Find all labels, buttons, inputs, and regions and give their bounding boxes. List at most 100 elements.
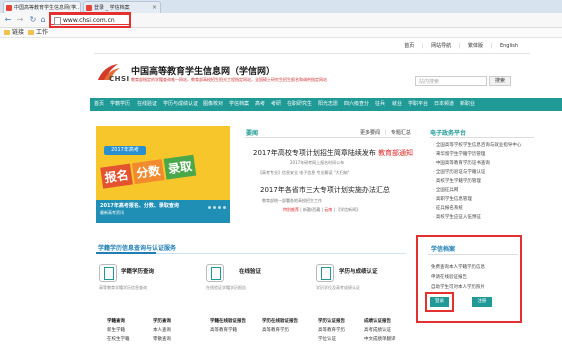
service-card-desc: 在线验证学籍学历报告 <box>206 285 246 290</box>
link-traditional[interactable]: 繁体版 <box>468 43 483 49</box>
news-sublinks[interactable]: 【高考专业】信息安全 电子信息 专业解读 "大归纳" <box>258 170 350 176</box>
service-link[interactable]: 新生学籍 <box>107 327 125 333</box>
gov-platform-title: 电子政务平台 <box>430 130 467 137</box>
service-link[interactable]: 在校生学籍 <box>107 336 130 342</box>
nav-item-yangguang[interactable]: 阳光志愿 <box>318 98 338 111</box>
back-icon[interactable]: ← <box>3 15 13 25</box>
divider <box>428 254 518 255</box>
news-tag[interactable]: 云南 <box>324 207 332 212</box>
gaokao-banner[interactable]: 2017年高考 报名 分数 录取 2017年高考报名、分数、录取查询 最新高考资讯 <box>96 126 230 223</box>
chsi-favicon-icon <box>6 5 12 11</box>
news-title: 要闻 <box>246 130 259 137</box>
dangan-item: 免费查询本人学籍学历信息 <box>431 265 485 270</box>
news-links: 更多要闻 | 专题汇总 <box>360 129 411 136</box>
nav-item-japan[interactable]: 日本频道 <box>434 98 454 111</box>
gov-item[interactable]: 高职学生信息管理 <box>433 196 472 202</box>
news-tags: 特别推荐 | 新疆/西藏 | 云南 | 【学信新闻】 <box>283 207 360 213</box>
refresh-icon[interactable]: ↻ <box>28 15 38 25</box>
more-news-link[interactable]: 更多要闻 <box>360 130 380 136</box>
link-home[interactable]: 首页 <box>404 43 414 49</box>
service-link[interactable]: 零散查询 <box>153 336 171 342</box>
forward-icon[interactable]: → <box>15 15 25 25</box>
bookmarks-bar <box>0 28 562 38</box>
nav-item-cert[interactable]: 学历与成绩认证 <box>163 98 198 111</box>
nav-item-cet[interactable]: 四六级查分 <box>344 98 369 111</box>
logo-text: CHSI <box>109 75 130 83</box>
login-highlight-box <box>425 292 454 312</box>
gov-item[interactable]: 中国高等教育学历证书查询 <box>433 160 490 166</box>
gov-item[interactable]: 来华留学生学籍学历管理 <box>433 151 486 157</box>
service-link[interactable]: 学历在线验证报告 <box>262 318 298 324</box>
carousel-dots[interactable] <box>206 204 226 211</box>
nav-item-newjob[interactable]: 新职业 <box>460 98 475 111</box>
service-link[interactable]: 学籍在线验证报告 <box>210 318 246 324</box>
banner-word: 录取 <box>163 154 197 180</box>
news-tag[interactable]: 【学信新闻】 <box>336 207 360 212</box>
service-card-title[interactable]: 在线验证 <box>239 267 261 275</box>
nav-item-home[interactable]: 首页 <box>94 98 104 111</box>
service-link[interactable]: 成绩认证报告 <box>364 318 391 324</box>
dangan-item: 自助学生可对本人学历照片 <box>431 285 485 290</box>
site-title: 中国高等教育学生信息网（学信网） <box>131 67 276 77</box>
service-link[interactable]: 学历查询 <box>153 318 171 324</box>
tab-label: 登录 _ 学信档案 <box>94 5 130 11</box>
tab-label: 中国高等教育学生信息网(学… <box>14 5 81 11</box>
bookmark-work[interactable]: 工作 <box>28 29 48 36</box>
news-headline[interactable]: 2017年高校专项计划招生简章陆续发布 教育部通知 <box>253 148 413 158</box>
headline-tag: 教育部通知 <box>378 149 414 157</box>
gov-item[interactable]: 征兵报名系统 <box>433 205 463 211</box>
nav-item-kaoyan[interactable]: 考研 <box>271 98 281 111</box>
link-site-nav[interactable]: 网站导航 <box>431 43 451 49</box>
gov-item[interactable]: 全国征兵网 <box>433 187 459 193</box>
news-headline[interactable]: 2017年各省市三大专项计划实施办法汇总 <box>260 185 390 195</box>
service-link[interactable]: 高考成绩认证 <box>364 327 391 333</box>
news-tag[interactable]: 特别推荐 <box>283 207 299 212</box>
service-link[interactable]: 本人查询 <box>153 327 171 333</box>
gov-item[interactable]: 全国高等学校学生信息咨询与就业指导中心 <box>433 142 522 148</box>
nav-item-xuezhi[interactable]: 学职平台 <box>408 98 428 111</box>
service-card-title[interactable]: 学历与成绩认证 <box>339 267 378 275</box>
dangan-title: 学信档案 <box>431 246 456 253</box>
news-tag[interactable]: 新疆/西藏 <box>303 207 320 212</box>
nav-item-zhengbing[interactable]: 征兵 <box>375 98 385 111</box>
special-topics-link[interactable]: 专题汇总 <box>391 130 411 136</box>
main-nav: 首页 学籍学历 在线验证 学历与成绩认证 图像校对 学信档案 高考 考研 在职研… <box>90 98 562 111</box>
bookmark-links[interactable]: 链接 <box>4 29 24 36</box>
dangan-item: 申请在线验证报告 <box>431 275 467 280</box>
close-tab-icon[interactable]: × <box>152 2 157 13</box>
banner-caption: 2017年高考报名、分数、录取查询 <box>100 203 179 209</box>
register-button[interactable]: 注册 <box>472 297 492 307</box>
search-button[interactable]: 搜索 <box>489 76 511 86</box>
nav-item-zaizhi[interactable]: 在职研究生 <box>287 98 312 111</box>
site-subtitle: 教育部指定的学籍查询唯一网站，教育部高校招生阳光工程指定网站，全国硕士研究生招生… <box>131 77 327 82</box>
link-english[interactable]: English <box>500 43 518 49</box>
nav-item-gaokao[interactable]: 高考 <box>255 98 265 111</box>
banner-word: 分数 <box>131 159 165 185</box>
service-link[interactable]: 高等教育学籍 <box>210 327 237 333</box>
gov-item[interactable]: 全国学历验证与学籍认证 <box>433 169 486 175</box>
divider: | <box>321 207 323 212</box>
service-link[interactable]: 中文成绩单翻译 <box>364 336 396 342</box>
service-link[interactable]: 高等教育学历 <box>262 327 289 333</box>
divider: | <box>490 43 493 49</box>
divider: | <box>421 43 424 49</box>
nav-item-xueji[interactable]: 学籍学历 <box>110 98 130 111</box>
service-link[interactable]: 学历认证报告 <box>318 318 345 324</box>
service-link[interactable]: 高等教育学历 <box>318 327 345 333</box>
service-link[interactable]: 学籍查询 <box>107 318 125 324</box>
news-subline[interactable]: 教育部统一部署各地高校招生工作 <box>262 198 322 204</box>
gov-item[interactable]: 高校学生学籍学历管理 <box>433 178 481 184</box>
nav-item-dangan[interactable]: 学信档案 <box>229 98 249 111</box>
nav-item-verify[interactable]: 在线验证 <box>137 98 157 111</box>
home-icon[interactable]: ⌂ <box>38 15 48 25</box>
divider: | <box>300 207 302 212</box>
service-card-desc: 高等教育学籍学历信息查询 <box>99 285 147 290</box>
nav-item-jiuye[interactable]: 就业 <box>392 98 402 111</box>
service-card-title[interactable]: 学籍学历查询 <box>121 267 154 275</box>
nav-item-photo[interactable]: 图像校对 <box>203 98 223 111</box>
site-search-input[interactable]: 站内搜索 <box>415 76 487 86</box>
service-link[interactable]: 学位认证 <box>318 336 336 342</box>
news-subline[interactable]: 2017年研考网上报名时间公布 <box>290 160 344 166</box>
gov-item[interactable]: 高校学生应征入伍预征 <box>433 214 481 220</box>
folder-icon <box>28 30 34 35</box>
